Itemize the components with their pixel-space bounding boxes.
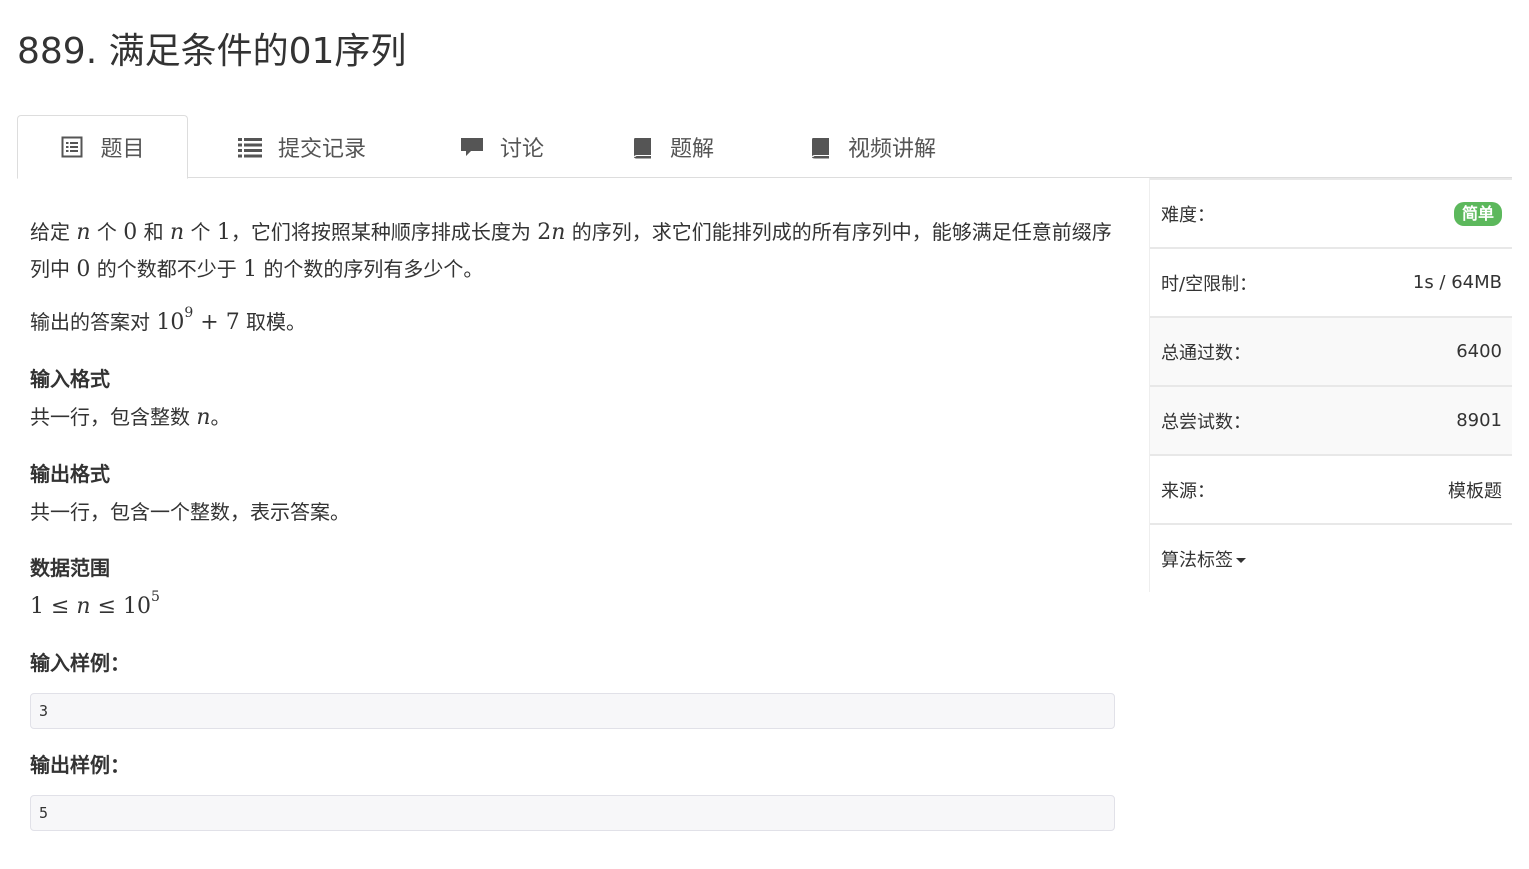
text: 个 xyxy=(90,220,124,244)
tab-submissions[interactable]: 提交记录 xyxy=(207,115,397,178)
output-format-text: 共一行，包含一个整数，表示答案。 xyxy=(30,500,350,524)
source-value: 模板题 xyxy=(1448,480,1502,502)
tags-row: 算法标签 xyxy=(1150,523,1512,592)
data-range-heading: 数据范围 xyxy=(30,556,110,580)
math-number: 2 xyxy=(537,220,552,245)
page-title: 889. 满足条件的01序列 xyxy=(17,31,407,72)
text: ，它们将按照某种顺序排成长度为 xyxy=(230,220,538,244)
tried-label: 总尝试数： xyxy=(1161,411,1251,433)
math-var: n xyxy=(551,220,566,245)
sample-output-heading: 输出样例： xyxy=(30,753,130,777)
modulo-paragraph: 输出的答案对 109 + 7 取模。 xyxy=(30,304,1120,341)
math-number: 0 xyxy=(123,220,138,245)
math-number: 1 xyxy=(243,257,258,282)
text: 取模。 xyxy=(239,310,307,334)
book-icon xyxy=(630,135,654,159)
sample-input-heading: 输入样例： xyxy=(30,651,130,675)
tab-video[interactable]: 视频讲解 xyxy=(787,115,957,178)
passed-label: 总通过数： xyxy=(1161,342,1251,364)
math: n xyxy=(76,220,90,245)
tab-solutions-label: 题解 xyxy=(669,136,714,162)
tags-label: 算法标签 xyxy=(1161,549,1233,571)
input-format-heading: 输入格式 xyxy=(30,367,110,391)
tab-solutions[interactable]: 题解 xyxy=(607,115,737,178)
text: 共一行，包含整数 xyxy=(30,405,197,429)
limit-row: 时/空限制： 1s / 64MB xyxy=(1150,247,1512,316)
source-row: 来源： 模板题 xyxy=(1150,454,1512,523)
input-format-text: 共一行，包含整数 n。 xyxy=(30,399,1120,436)
source-label: 来源： xyxy=(1161,480,1215,502)
text: 给定 xyxy=(30,220,77,244)
tab-video-label: 视频讲解 xyxy=(847,136,936,162)
caret-down-icon xyxy=(1236,558,1246,563)
sample-output-box[interactable]: 5 xyxy=(30,795,1115,831)
problem-info-sidebar: 难度： 简单 时/空限制： 1s / 64MB 总通过数： 6400 总尝试数：… xyxy=(1149,178,1512,592)
math-var: n xyxy=(169,220,185,245)
text: 的个数都不少于 xyxy=(90,257,244,281)
text: 输出的答案对 xyxy=(30,310,157,334)
math-var: n xyxy=(76,594,91,619)
passed-row: 总通过数： 6400 xyxy=(1150,316,1512,385)
data-range-text: 1 ≤ n ≤ 105 xyxy=(30,588,1120,625)
math-number: 10 xyxy=(156,310,185,335)
math-exponent: 5 xyxy=(151,589,160,605)
comment-icon xyxy=(460,135,484,159)
limit-label: 时/空限制： xyxy=(1161,273,1258,295)
math-var: n xyxy=(196,405,211,430)
tab-discussion-label: 讨论 xyxy=(499,136,544,162)
tried-value: 8901 xyxy=(1456,410,1502,431)
problem-tabs: 题目 提交记录 讨论 题解 视频讲解 xyxy=(17,115,1512,179)
list-alt-icon xyxy=(60,135,84,159)
math-number: 0 xyxy=(76,257,91,282)
math-exponent: 9 xyxy=(184,305,194,321)
limit-value: 1s / 64MB xyxy=(1412,272,1502,293)
text: 个 xyxy=(184,220,217,244)
tried-row: 总尝试数： 8901 xyxy=(1150,385,1512,454)
math: n xyxy=(196,405,210,430)
book-icon xyxy=(808,135,832,159)
text: 。 xyxy=(210,405,231,429)
problem-content: 给定 n 个 0 和 n 个 1，它们将按照某种顺序排成长度为 2n 的序列，求… xyxy=(30,210,1120,831)
math: 2n xyxy=(537,220,565,245)
difficulty-row: 难度： 简单 xyxy=(1150,178,1512,247)
difficulty-label: 难度： xyxy=(1161,204,1215,226)
math-number: 10 xyxy=(123,594,152,619)
tab-submissions-label: 提交记录 xyxy=(277,136,366,162)
tab-problem-label: 题目 xyxy=(100,137,145,162)
output-format-heading: 输出格式 xyxy=(30,462,110,486)
tab-discussion[interactable]: 讨论 xyxy=(427,115,577,178)
math-number: 1 xyxy=(216,220,231,245)
math-var: n xyxy=(76,220,91,245)
tags-toggle[interactable]: 算法标签 xyxy=(1161,546,1246,572)
math: 1 ≤ n ≤ 105 xyxy=(30,590,160,619)
math-number: ≤ xyxy=(90,594,124,619)
math-number: + 7 xyxy=(193,310,240,335)
text: 的个数的序列有多少个。 xyxy=(257,257,484,281)
difficulty-badge: 简单 xyxy=(1453,201,1502,226)
math-number: 1 ≤ xyxy=(30,594,77,619)
sample-input-box[interactable]: 3 xyxy=(30,693,1115,729)
tab-problem[interactable]: 题目 xyxy=(17,115,188,179)
math: 109 + 7 xyxy=(156,306,240,335)
math: n xyxy=(170,220,184,245)
passed-value: 6400 xyxy=(1456,341,1502,362)
description-paragraph: 给定 n 个 0 和 n 个 1，它们将按照某种顺序排成长度为 2n 的序列，求… xyxy=(30,214,1120,288)
list-icon xyxy=(237,135,262,159)
text: 和 xyxy=(137,220,170,244)
